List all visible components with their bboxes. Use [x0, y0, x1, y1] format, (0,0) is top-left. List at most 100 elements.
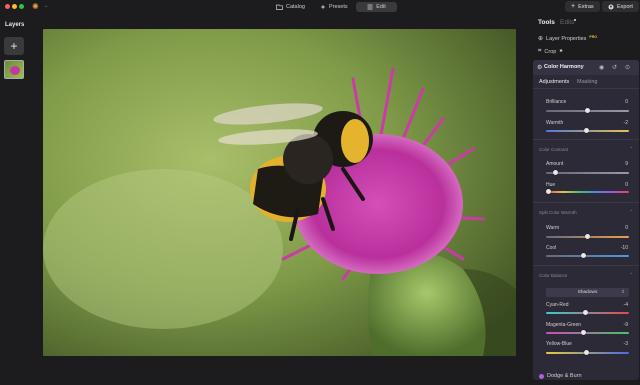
nav-catalog[interactable]: Catalog	[270, 2, 311, 12]
slider-knob[interactable]	[553, 170, 559, 175]
warmth-value[interactable]: -2	[624, 120, 628, 126]
warmth-label: Warmth	[546, 120, 564, 126]
slider-knob[interactable]	[585, 234, 590, 239]
color-contrast-section[interactable]: Color Contrast	[539, 147, 568, 152]
hue-value[interactable]: 0	[625, 182, 628, 188]
color-balance-section[interactable]: Color Balance	[539, 273, 567, 278]
warm-label: Warm	[546, 225, 560, 231]
export-label: Export	[617, 3, 633, 10]
visibility-eye-icon[interactable]: ◉	[599, 64, 604, 71]
brilliance-slider[interactable]	[546, 108, 629, 113]
tone-range-select[interactable]: Shadows ⇕	[546, 288, 629, 297]
amount-slider[interactable]	[546, 170, 629, 175]
color-harmony-header[interactable]: ⚙ Color Harmony ◉ ↺ ⊙	[533, 60, 639, 75]
divider	[533, 88, 639, 89]
chevron-updown-icon: ⇕	[621, 289, 625, 294]
layer-properties-icon: ⊕	[538, 36, 544, 42]
slider-knob[interactable]	[581, 253, 587, 258]
subtab-adjustments[interactable]: Adjustments	[539, 79, 569, 85]
crop-item[interactable]: ⌗ Crop ✱	[538, 48, 563, 55]
slider-knob[interactable]	[583, 350, 589, 355]
app-logo-icon[interactable]: ✺	[32, 2, 42, 12]
dodge-burn-icon	[539, 373, 544, 379]
color-harmony-panel: ⚙ Color Harmony ◉ ↺ ⊙ Adjustments Maskin…	[533, 60, 639, 380]
minimize-window-button[interactable]	[12, 4, 17, 9]
crop-label: Crop	[544, 48, 557, 55]
layer-properties-label: Layer Properties	[546, 35, 587, 42]
cool-label: Cool	[546, 245, 557, 251]
nav-catalog-label: Catalog	[286, 4, 305, 10]
tab-tools[interactable]: Tools	[538, 19, 555, 26]
title-bar: ✺ ⌄ Catalog Presets Edit + Extras Export	[0, 0, 640, 14]
dodge-burn-label: Dodge & Burn	[547, 373, 582, 379]
tone-range-value: Shadows	[577, 290, 598, 295]
extras-button[interactable]: + Extras	[565, 1, 600, 12]
layers-title: Layers	[5, 22, 25, 28]
slider-knob[interactable]	[581, 330, 587, 335]
cyan-red-label: Cyan-Red	[546, 302, 569, 308]
menu-more-icon[interactable]: ⊙	[625, 64, 630, 71]
folder-icon	[276, 4, 283, 10]
zoom-window-button[interactable]	[19, 4, 24, 9]
magenta-green-slider[interactable]	[546, 330, 629, 335]
extras-label: Extras	[578, 3, 594, 10]
plus-icon: +	[10, 39, 18, 53]
nav-edit[interactable]: Edit	[356, 2, 397, 12]
divider	[533, 139, 639, 140]
divider	[533, 265, 639, 266]
tab-edits[interactable]: Edits	[560, 19, 574, 26]
edits-indicator-dot	[574, 19, 576, 21]
slider-knob[interactable]	[585, 108, 590, 113]
plus-icon: +	[571, 3, 576, 10]
photo-canvas[interactable]	[43, 29, 516, 356]
chevron-up-icon[interactable]: ⌃	[629, 209, 633, 215]
slider-knob[interactable]	[584, 128, 590, 133]
subtab-masking[interactable]: Masking	[577, 79, 597, 85]
amount-value[interactable]: 9	[625, 161, 628, 167]
split-color-warmth-section[interactable]: Split Color Warmth	[539, 210, 577, 215]
brilliance-label: Brilliance	[546, 99, 567, 105]
cool-value[interactable]: -10	[621, 245, 628, 251]
export-button[interactable]: Export	[602, 1, 639, 12]
yellow-blue-value[interactable]: -3	[624, 341, 628, 347]
nav-presets-label: Presets	[329, 4, 348, 10]
tools-sidebar: Tools Edits ⊕ Layer Properties PRO ⌗ Cro…	[533, 14, 640, 385]
close-window-button[interactable]	[5, 4, 10, 9]
slider-knob[interactable]	[583, 310, 589, 315]
edit-sliders-icon	[367, 4, 373, 10]
chevron-up-icon[interactable]: ⌃	[629, 146, 633, 152]
chevron-down-icon[interactable]: ⌄	[44, 3, 48, 9]
add-layer-button[interactable]: +	[4, 37, 24, 55]
hue-slider[interactable]	[546, 189, 629, 194]
magenta-green-value[interactable]: -9	[624, 322, 628, 328]
warmth-slider[interactable]	[546, 128, 629, 133]
crop-icon: ⌗	[538, 48, 542, 54]
pro-badge: PRO	[589, 35, 597, 39]
warm-value[interactable]: 0	[625, 225, 628, 231]
magenta-green-label: Magenta-Green	[546, 322, 582, 328]
layer-properties-item[interactable]: ⊕ Layer Properties PRO	[538, 35, 597, 42]
amount-label: Amount	[546, 161, 564, 167]
slider-knob[interactable]	[546, 189, 551, 194]
warm-slider[interactable]	[546, 234, 629, 239]
presets-icon	[320, 4, 326, 10]
crop-modified-icon: ✱	[559, 47, 563, 53]
dodge-burn-item[interactable]: Dodge & Burn	[539, 373, 582, 379]
chevron-up-icon[interactable]: ⌃	[629, 272, 633, 278]
export-icon	[608, 4, 614, 9]
hue-label: Hue	[546, 182, 556, 188]
cyan-red-slider[interactable]	[546, 310, 629, 315]
color-harmony-title: Color Harmony	[544, 64, 584, 70]
brilliance-value[interactable]: 0	[625, 99, 628, 105]
gear-icon: ⚙	[537, 65, 543, 71]
nav-presets[interactable]: Presets	[314, 2, 354, 12]
thumbnail-image	[10, 66, 20, 75]
cool-slider[interactable]	[546, 253, 629, 258]
nav-edit-label: Edit	[376, 4, 386, 10]
reset-icon[interactable]: ↺	[612, 64, 617, 71]
layer-thumbnail[interactable]	[4, 60, 24, 79]
bee-on-thistle-photo	[43, 29, 516, 356]
cyan-red-value[interactable]: -4	[624, 302, 628, 308]
yellow-blue-slider[interactable]	[546, 350, 629, 355]
divider	[533, 202, 639, 203]
